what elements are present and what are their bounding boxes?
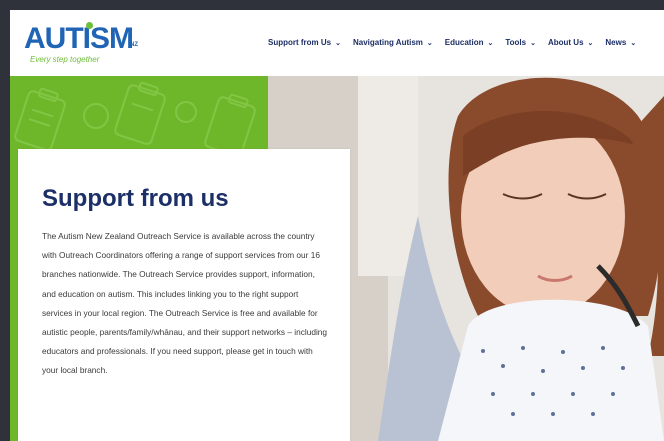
nav-item-tools[interactable]: Tools ⌄ — [505, 38, 536, 47]
browser-page: AUTISM NZ Every step together Support fr… — [10, 10, 664, 441]
page-title: Support from us — [42, 185, 229, 212]
logo-dot-icon — [86, 22, 93, 29]
intro-paragraph: The Autism New Zealand Outreach Service … — [42, 231, 328, 376]
chevron-down-icon: ⌄ — [587, 39, 594, 47]
nav-item-label: Support from Us — [268, 38, 332, 47]
chevron-down-icon: ⌄ — [335, 39, 341, 47]
site-header: AUTISM NZ Every step together Support fr… — [10, 10, 664, 76]
autism-nz-logo[interactable]: AUTISM NZ Every step together — [24, 22, 144, 68]
chevron-down-icon: ⌄ — [487, 39, 494, 47]
support-card: Support from us The Autism New Zealand O… — [18, 149, 350, 441]
nav-item-education[interactable]: Education ⌄ — [445, 38, 494, 47]
main-nav: Support from Us ⌄ Navigating Autism ⌄ Ed… — [268, 38, 648, 47]
nav-item-label: Navigating Autism — [352, 38, 423, 47]
chevron-down-icon: ⌄ — [426, 39, 433, 47]
logo-wordmark: AUTISM — [24, 22, 134, 55]
nav-item-label: Tools — [505, 38, 527, 47]
nav-item-label: Education — [444, 38, 484, 47]
nav-item-label: News — [605, 38, 627, 47]
chevron-down-icon: ⌄ — [530, 39, 536, 47]
nav-item-label: About Us — [547, 38, 584, 47]
nav-item-support-from-us[interactable]: Support from Us ⌄ — [268, 38, 341, 47]
hero-section: Support from us The Autism New Zealand O… — [10, 76, 664, 441]
chevron-down-icon: ⌄ — [630, 39, 637, 47]
logo-suffix: NZ — [130, 42, 138, 48]
nav-item-navigating-autism[interactable]: Navigating Autism ⌄ — [353, 38, 433, 47]
nav-item-news[interactable]: News ⌄ — [605, 38, 636, 47]
nav-item-about-us[interactable]: About Us ⌄ — [548, 38, 593, 47]
logo-tagline: Every step together — [30, 55, 100, 64]
